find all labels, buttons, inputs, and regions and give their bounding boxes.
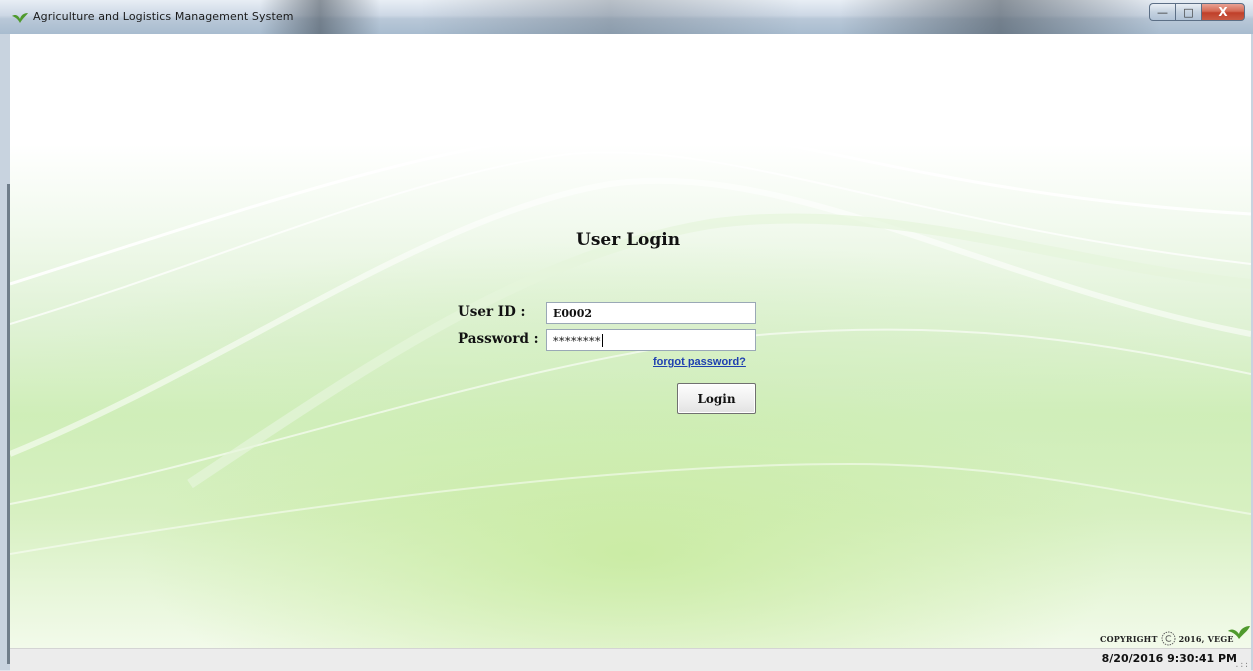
close-icon: X [1218,5,1228,19]
maximize-icon: □ [1183,5,1194,19]
status-bar: 8/20/2016 9:30:41 PM .:: [10,648,1251,671]
user-id-label: User ID : [458,304,526,320]
window-title: Agriculture and Logistics Management Sys… [33,10,294,23]
login-panel: User Login User ID : E0002 Password : **… [10,34,1251,648]
titlebar-glare [840,0,1160,34]
maximize-button[interactable]: □ [1175,3,1201,21]
minimize-icon: — [1157,5,1168,19]
password-input[interactable]: ******** [546,329,756,351]
copyright-notice: COPYRIGHT 2016, VEGE [1100,631,1234,646]
leaf-icon [12,13,28,23]
user-id-value: E0002 [553,307,592,320]
title-bar[interactable]: Agriculture and Logistics Management Sys… [0,0,1253,35]
user-id-input[interactable]: E0002 [546,302,756,324]
status-datetime: 8/20/2016 9:30:41 PM [1101,652,1237,665]
titlebar-glare [420,0,800,34]
resize-grip-icon[interactable]: .:: [1235,660,1249,669]
login-title: User Login [576,230,681,250]
password-value: ******** [553,335,601,348]
window-controls: — □ X [1149,3,1245,21]
leaf-icon [1228,626,1250,639]
text-caret [602,334,603,347]
close-button[interactable]: X [1201,3,1245,21]
window-left-border [0,34,10,670]
copyright-text: 2016, VEGE [1178,633,1234,644]
login-button[interactable]: Login [677,383,756,414]
copyright-word: COPYRIGHT [1100,633,1158,644]
minimize-button[interactable]: — [1149,3,1175,21]
password-label: Password : [458,331,539,347]
copyright-icon [1161,631,1176,646]
forgot-password-link[interactable]: forgot password? [653,356,746,368]
